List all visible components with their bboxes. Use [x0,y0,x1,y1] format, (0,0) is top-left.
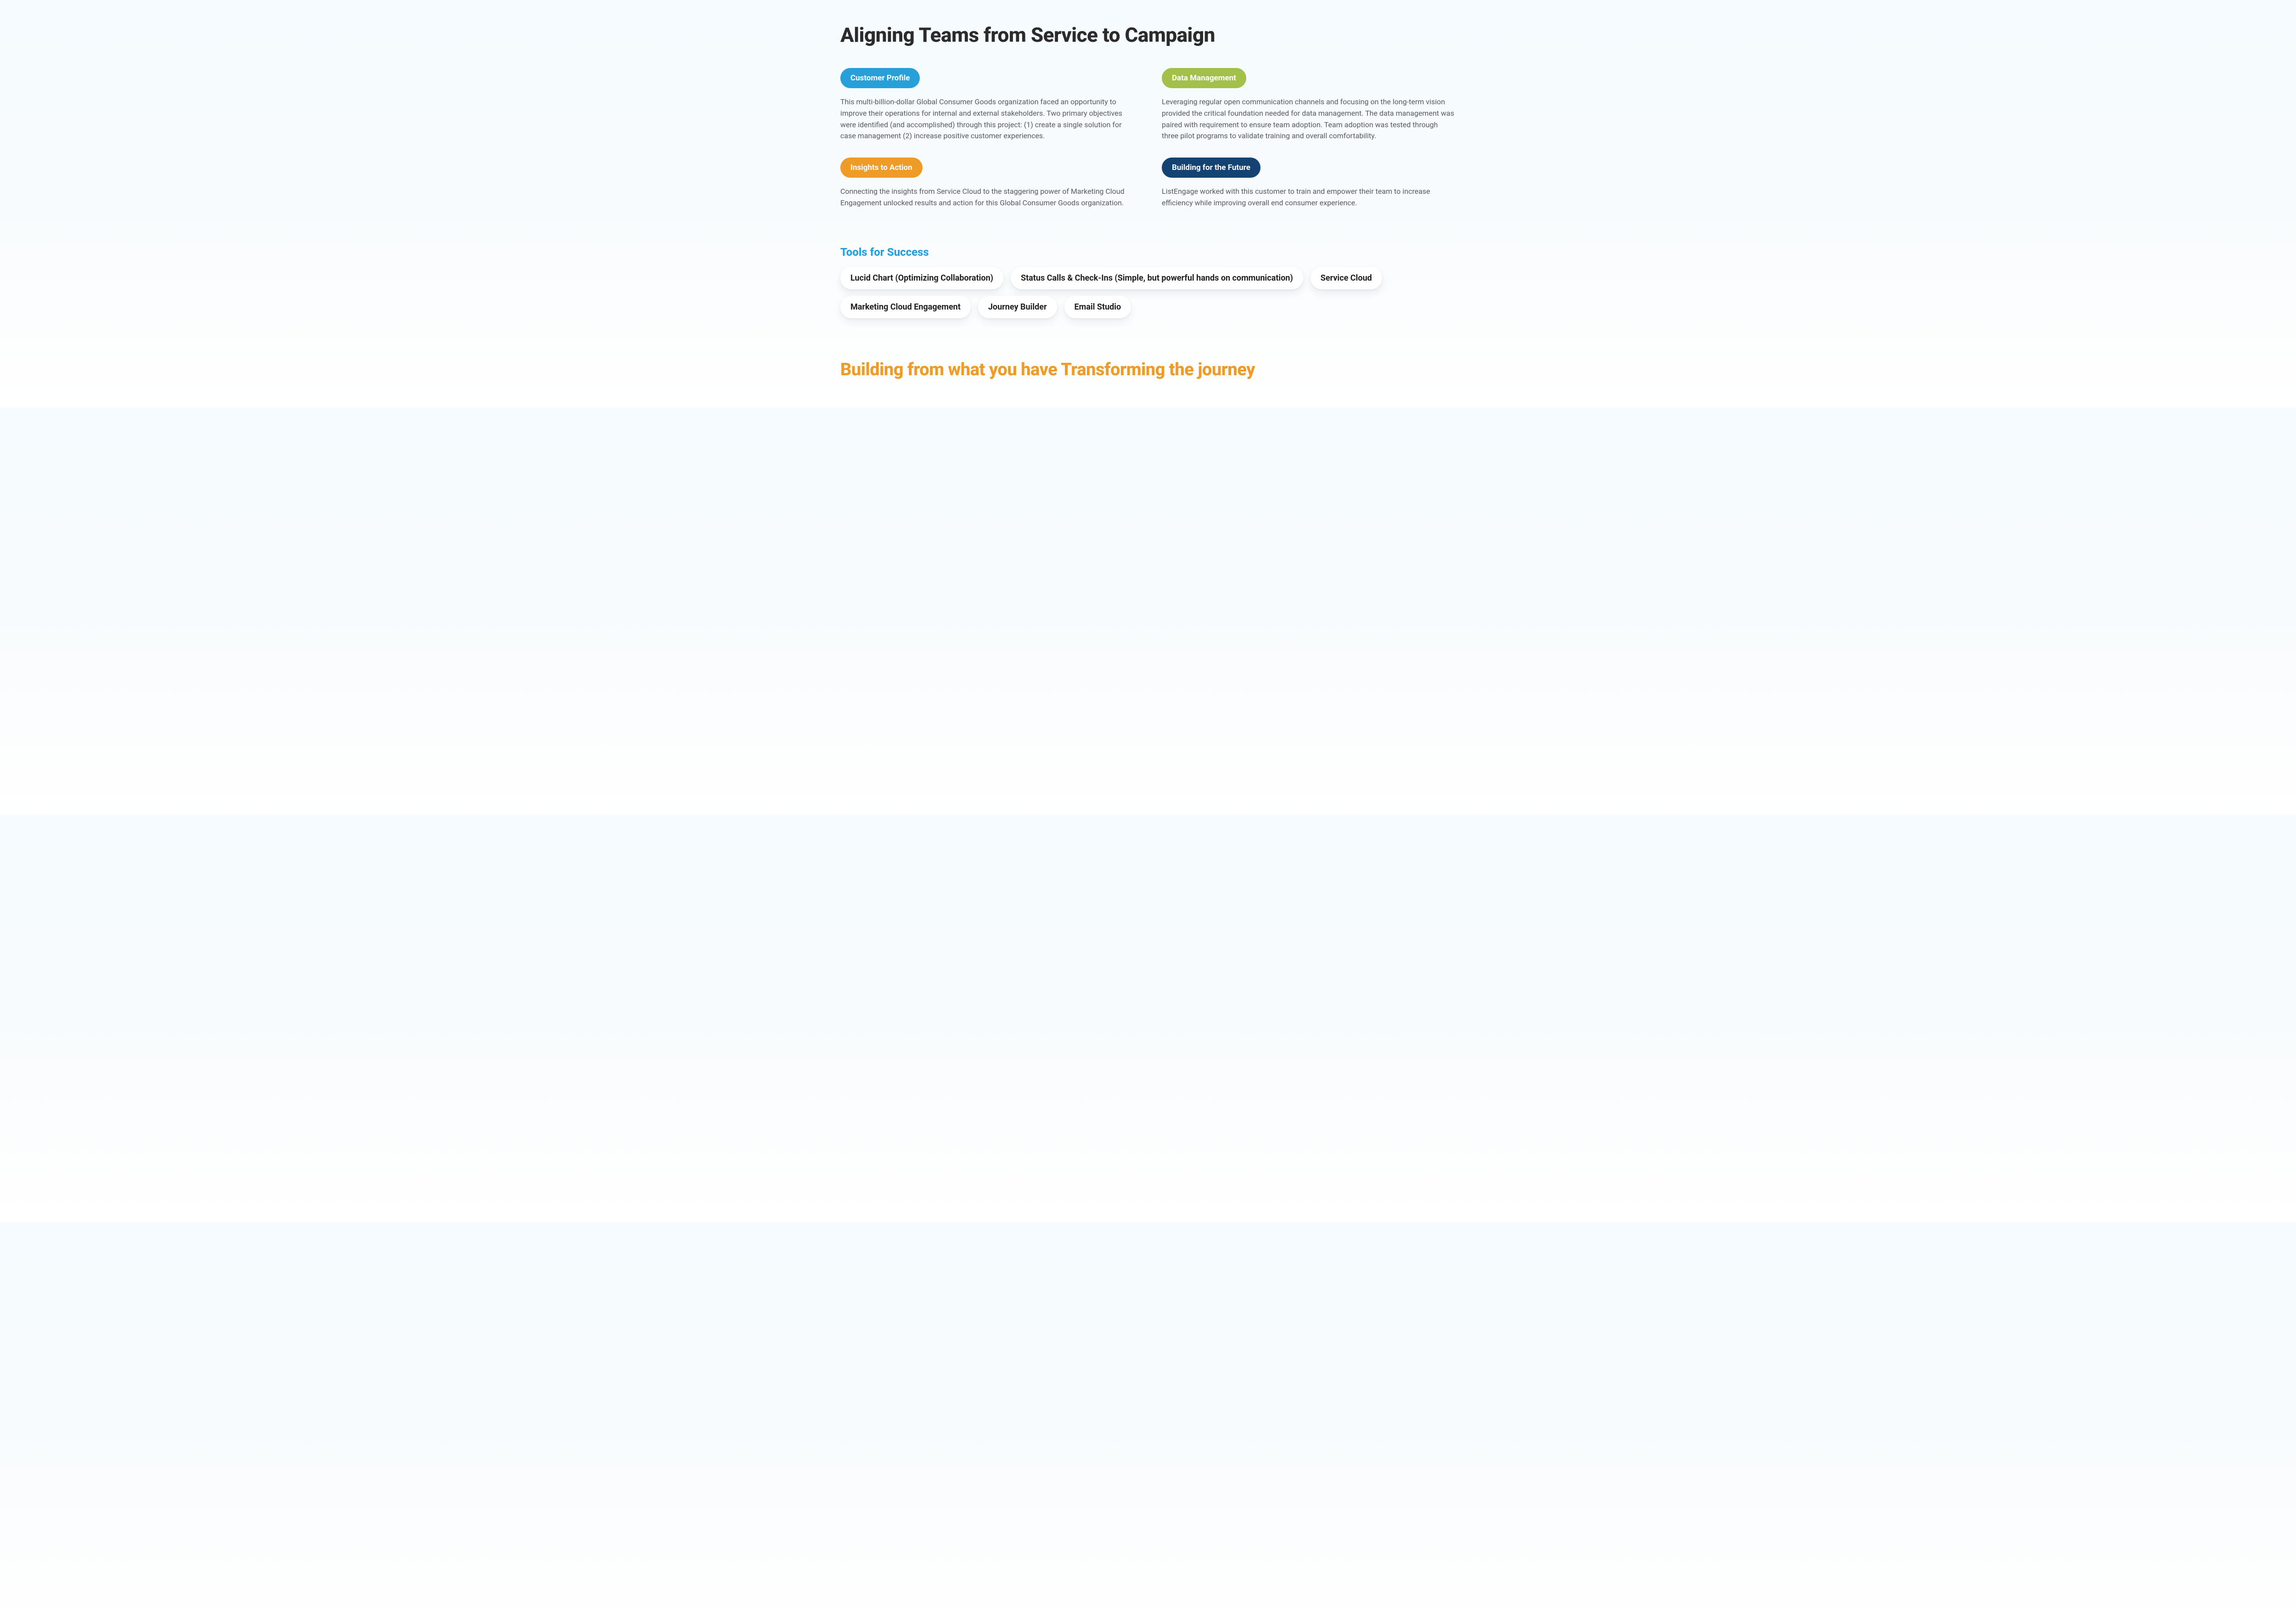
tool-chip: Lucid Chart (Optimizing Collaboration) [840,267,1003,289]
card-data-management: Data Management Leveraging regular open … [1162,68,1456,142]
pill-building-future: Building for the Future [1162,158,1261,178]
card-building-future: Building for the Future ListEngage worke… [1162,158,1456,209]
pill-customer-profile: Customer Profile [840,68,920,88]
page: Aligning Teams from Service to Campaign … [840,0,1456,407]
footer-heading: Building from what you have Transforming… [840,360,1456,380]
tool-chip: Email Studio [1064,296,1131,318]
tools-chip-list: Lucid Chart (Optimizing Collaboration) S… [840,267,1456,318]
card-customer-profile-text: This multi-billion-dollar Global Consume… [840,96,1134,142]
card-data-management-text: Leveraging regular open communication ch… [1162,96,1456,142]
cards-grid: Customer Profile This multi-billion-doll… [840,68,1456,209]
card-insights-to-action-text: Connecting the insights from Service Clo… [840,186,1134,209]
pill-data-management: Data Management [1162,68,1246,88]
tool-chip: Status Calls & Check-Ins (Simple, but po… [1011,267,1303,289]
tools-heading: Tools for Success [840,246,1456,259]
card-customer-profile: Customer Profile This multi-billion-doll… [840,68,1134,142]
card-insights-to-action: Insights to Action Connecting the insigh… [840,158,1134,209]
tool-chip: Marketing Cloud Engagement [840,296,971,318]
pill-insights-to-action: Insights to Action [840,158,923,178]
page-title: Aligning Teams from Service to Campaign [840,23,1456,47]
tool-chip: Journey Builder [978,296,1057,318]
card-building-future-text: ListEngage worked with this customer to … [1162,186,1456,209]
tool-chip: Service Cloud [1311,267,1382,289]
